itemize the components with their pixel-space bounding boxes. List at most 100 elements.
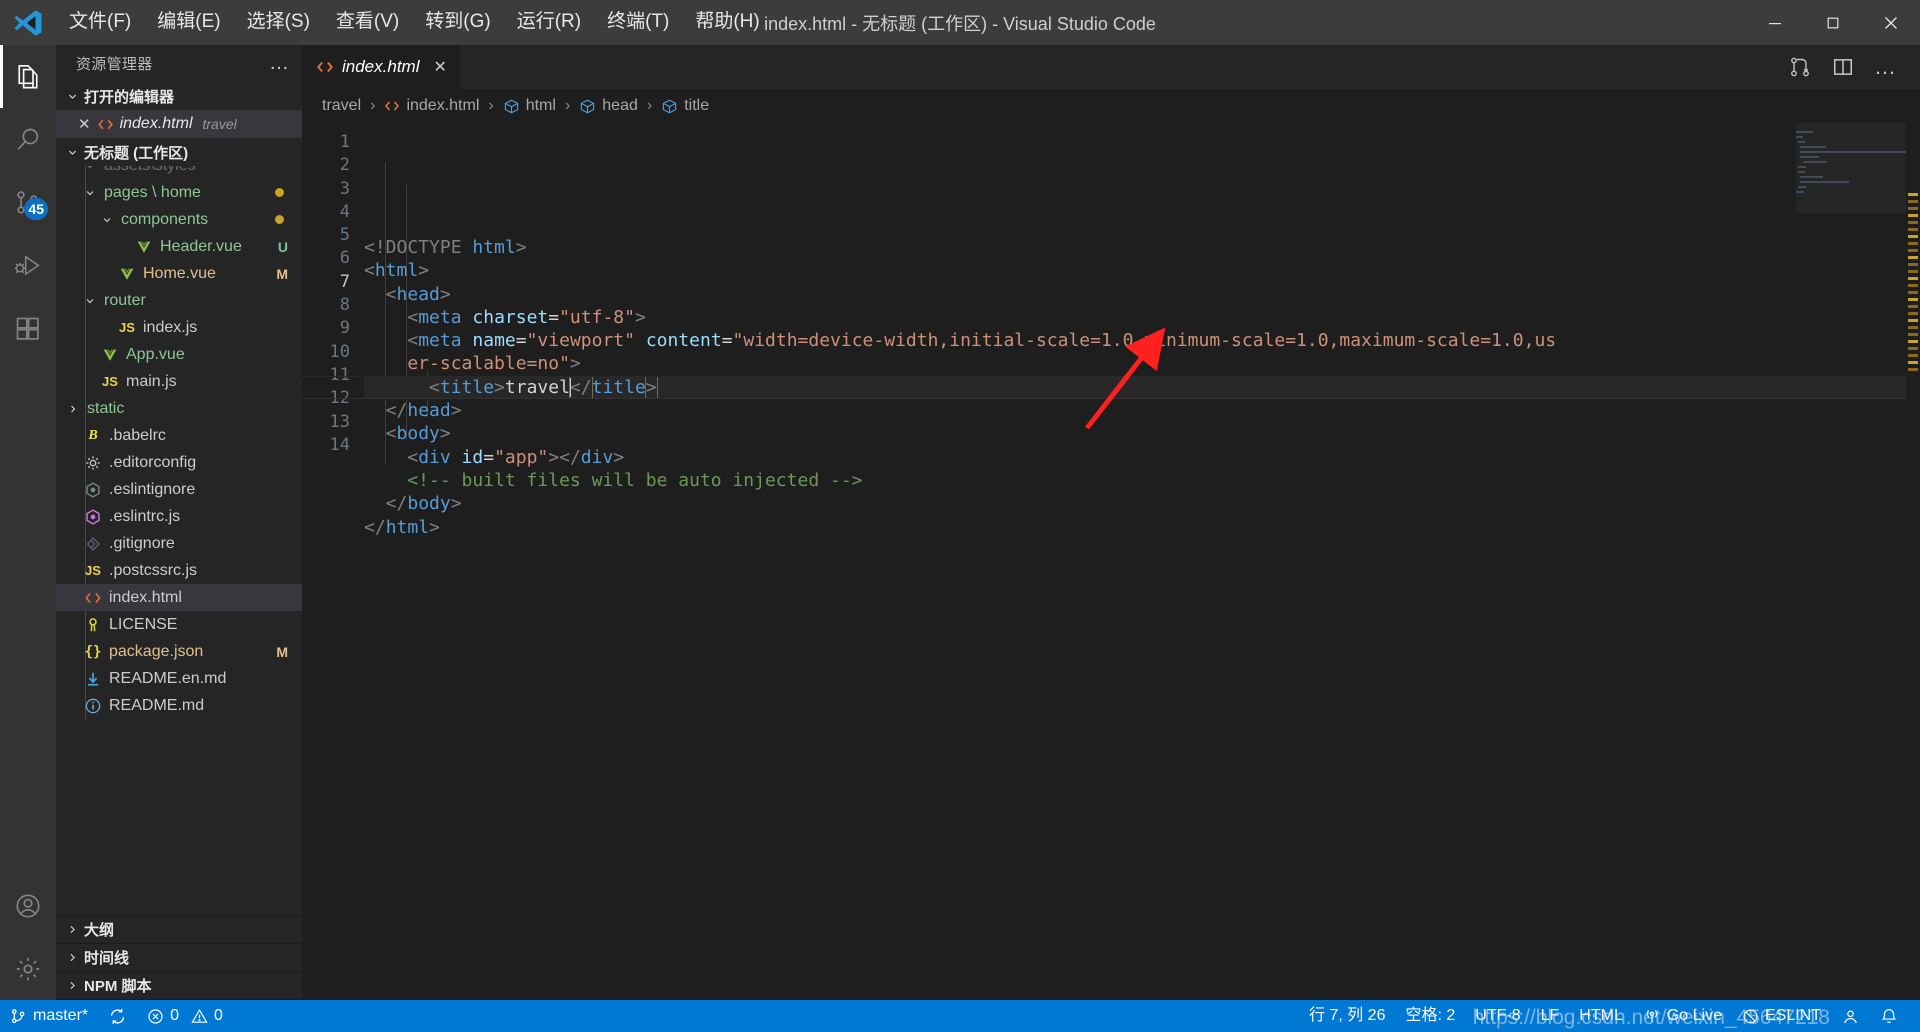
status-sync[interactable] <box>98 1000 137 1032</box>
tree-item--tatic[interactable]: static <box>56 395 302 422</box>
activity-item-search[interactable] <box>0 108 56 171</box>
status-language-mode[interactable]: HTML <box>1569 1000 1633 1032</box>
tree-item-license[interactable]: LICENSE <box>56 611 302 638</box>
tab-index-html[interactable]: index.html ✕ <box>302 45 462 89</box>
window-controls[interactable] <box>1746 0 1920 45</box>
code-line[interactable]: <title>travel</title> <box>302 375 1920 400</box>
code-line[interactable]: <head> <box>364 283 1920 306</box>
menu-file[interactable]: 文件(F) <box>56 6 144 39</box>
code-line[interactable]: </body> <box>364 492 1920 515</box>
tree-item-app-vue[interactable]: App.vue <box>56 341 302 368</box>
breadcrumb-item-html[interactable]: html <box>503 97 556 115</box>
code-editor[interactable]: 1 2 3 4 5 6 7 8 9 10 11 12 13 14 <!DOCTYPE html> <html… <box>302 123 1920 1000</box>
section-workspace[interactable]: 无标题 (工作区) <box>56 138 302 166</box>
section-timeline[interactable]: 时间线 <box>56 944 302 972</box>
tree-item--po-tc-rc-j-[interactable]: JS .postcssrc.js <box>56 557 302 584</box>
activity-item-run-debug[interactable] <box>0 234 56 297</box>
open-editor-item-index-html[interactable]: ✕ index.html travel <box>56 110 302 138</box>
more-actions-icon[interactable]: … <box>1874 54 1898 80</box>
tree-item-readme-en-md[interactable]: README.en.md <box>56 665 302 692</box>
code-line[interactable]: </head> <box>364 399 1920 422</box>
tree-item-header-vue[interactable]: Header.vue U <box>56 233 302 260</box>
tree-item-index-j-[interactable]: JS index.js <box>56 314 302 341</box>
tree-item-label: LICENSE <box>109 615 178 633</box>
close-button[interactable] <box>1862 0 1920 45</box>
status-branch[interactable]: master* <box>0 1000 98 1032</box>
tree-item-readme-md[interactable]: README.md <box>56 692 302 719</box>
code-line[interactable]: er-scalable=no"> <box>364 352 1920 375</box>
line-number: 9 <box>339 318 350 339</box>
chevron-down-icon[interactable] <box>98 214 116 226</box>
activity-item-source-control[interactable]: 45 <box>0 171 56 234</box>
breadcrumb-item-travel[interactable]: travel <box>322 97 361 115</box>
status-notifications[interactable] <box>1870 1000 1908 1032</box>
code-content[interactable]: <!DOCTYPE html> <html> <head> <meta chars… <box>302 123 1920 1000</box>
tree-item-index-html[interactable]: index.html <box>56 584 302 611</box>
tree-item--babelrc[interactable]: B .babelrc <box>56 422 302 449</box>
tree-item-router[interactable]: router <box>56 287 302 314</box>
minimize-button[interactable] <box>1746 0 1804 45</box>
code-line[interactable] <box>364 539 1920 562</box>
menu-help[interactable]: 帮助(H) <box>682 6 772 39</box>
status-cursor-position[interactable]: 行 7, 列 26 <box>1299 1000 1395 1032</box>
breadcrumb[interactable]: travel › index.html › html › head › titl… <box>302 89 1920 123</box>
chevron-down-icon[interactable] <box>81 295 99 307</box>
split-changes-icon[interactable] <box>1788 55 1812 79</box>
status-accounts[interactable] <box>1831 1000 1870 1032</box>
code-line[interactable]: <html> <box>364 259 1920 282</box>
code-line[interactable]: <!DOCTYPE html> <box>364 236 1920 259</box>
code-line[interactable]: <meta name="viewport" content="width=dev… <box>364 329 1920 352</box>
menu-edit[interactable]: 编辑(E) <box>144 6 233 39</box>
menu-go[interactable]: 转到(G) <box>412 6 503 39</box>
tree-item-main-j-[interactable]: JS main.js <box>56 368 302 395</box>
activity-item-accounts[interactable] <box>0 874 56 937</box>
activity-item-extensions[interactable] <box>0 297 56 360</box>
code-line[interactable]: <!-- built files will be auto injected -… <box>364 469 1920 492</box>
sidebar-more-actions-icon[interactable]: … <box>269 52 290 75</box>
tree-item-component-[interactable]: components <box>56 206 302 233</box>
chevron-right-icon[interactable] <box>64 403 82 415</box>
tree-item--gitignore[interactable]: .gitignore <box>56 530 302 557</box>
activity-item-manage[interactable] <box>0 937 56 1000</box>
menu-terminal[interactable]: 终端(T) <box>594 6 682 39</box>
code-line[interactable]: <body> <box>364 422 1920 445</box>
status-eslint[interactable]: ESLINT <box>1732 1000 1831 1032</box>
chevron-down-icon[interactable] <box>81 187 99 199</box>
code-line[interactable]: </html> <box>364 516 1920 539</box>
maximize-restore-button[interactable] <box>1804 0 1862 45</box>
tree-item--e-lintignore[interactable]: .eslintignore <box>56 476 302 503</box>
tree-item-page- - home[interactable]: pages \ home <box>56 179 302 206</box>
chevron-down-icon[interactable] <box>81 166 99 172</box>
tree-item-package-j-on[interactable]: {} package.json M <box>56 638 302 665</box>
section-outline[interactable]: 大纲 <box>56 916 302 944</box>
breadcrumb-item-index-html[interactable]: index.html <box>384 97 479 115</box>
section-npm-scripts[interactable]: NPM 脚本 <box>56 972 302 1000</box>
eslint-blocked-icon <box>1742 1008 1759 1025</box>
breadcrumb-item-title[interactable]: title <box>661 97 709 115</box>
editor-actions[interactable]: … <box>1788 45 1920 89</box>
close-icon[interactable]: ✕ <box>433 57 446 77</box>
menu-view[interactable]: 查看(V) <box>323 6 412 39</box>
section-open-editors[interactable]: 打开的编辑器 <box>56 82 302 110</box>
menu-bar[interactable]: 文件(F) 编辑(E) 选择(S) 查看(V) 转到(G) 运行(R) 终端(T… <box>56 6 773 39</box>
status-problems[interactable]: 0 0 <box>137 1000 233 1032</box>
tree-item--editorconfig[interactable]: .editorconfig <box>56 449 302 476</box>
code-line[interactable]: <div id="app"></div> <box>364 446 1920 469</box>
close-icon[interactable]: ✕ <box>78 115 91 133</box>
status-go-live[interactable]: Go Live <box>1633 1000 1732 1032</box>
status-indentation[interactable]: 空格: 2 <box>1395 1000 1465 1032</box>
breadcrumb-item-head[interactable]: head <box>579 97 638 115</box>
activity-item-explorer[interactable] <box>0 45 56 108</box>
code-token: title <box>439 376 495 398</box>
file-tree[interactable]: assets\styles pages \ home components Heade… <box>56 166 302 915</box>
code-line[interactable]: <meta charset="utf-8"> <box>364 306 1920 329</box>
status-encoding[interactable]: UTF-8 <box>1465 1000 1530 1032</box>
status-eol[interactable]: LF <box>1531 1000 1570 1032</box>
menu-run[interactable]: 运行(R) <box>504 6 594 39</box>
menu-selection[interactable]: 选择(S) <box>234 6 323 39</box>
split-editor-icon[interactable] <box>1832 56 1854 78</box>
tree-item-home-vue[interactable]: Home.vue M <box>56 260 302 287</box>
tree-item--e-lintrc-j-[interactable]: .eslintrc.js <box>56 503 302 530</box>
tree-item-a-et-tyle-[interactable]: assets\styles <box>56 166 302 179</box>
overview-ruler[interactable] <box>1906 123 1920 1000</box>
